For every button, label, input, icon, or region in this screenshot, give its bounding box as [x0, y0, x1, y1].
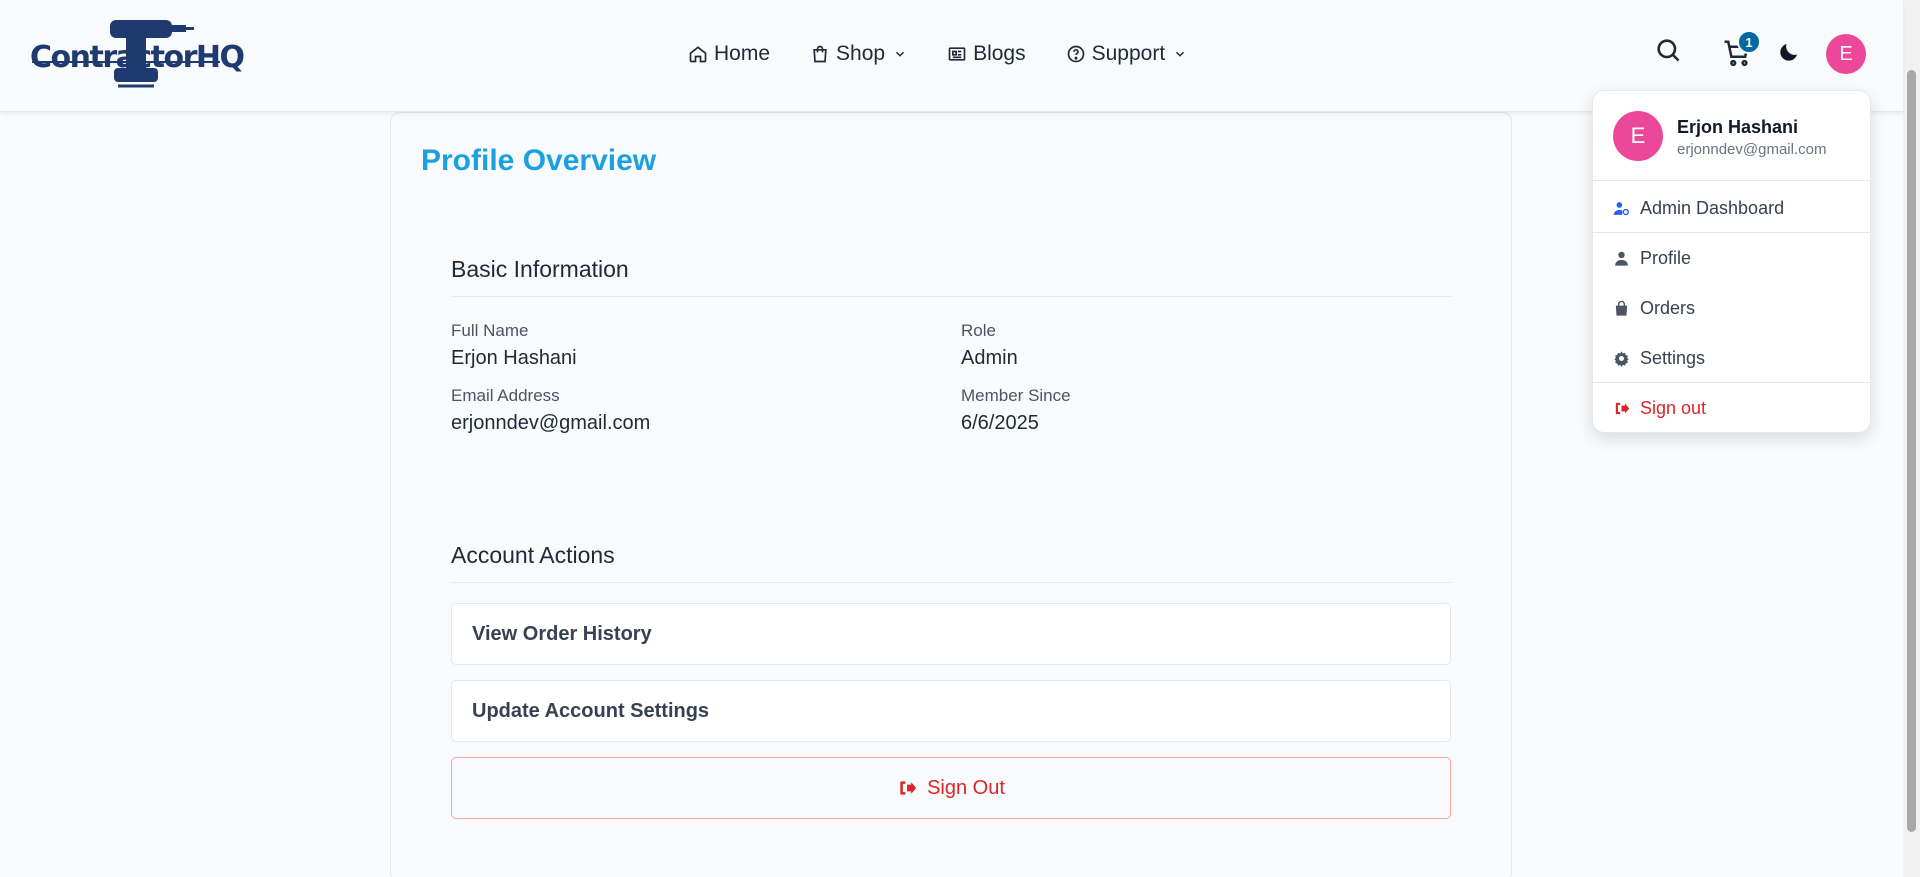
help-circle-icon	[1067, 45, 1084, 63]
newspaper-icon	[948, 47, 966, 61]
email-label: Email Address	[451, 386, 560, 405]
user-cog-icon	[1613, 201, 1629, 215]
dropdown-user-email: erjonndev@gmail.com	[1677, 141, 1827, 158]
nav-home-label: Home	[714, 42, 771, 65]
nav-blogs-label: Blogs	[973, 42, 1026, 65]
divider	[451, 582, 1451, 583]
cart-count-badge: 1	[1737, 30, 1761, 54]
dropdown-user-header: E Erjon Hashani erjonndev@gmail.com	[1593, 91, 1870, 181]
email-value: erjonndev@gmail.com	[451, 412, 651, 434]
main-nav: Home Shop Blogs Support	[688, 0, 1227, 108]
user-avatar-button[interactable]: E	[1826, 34, 1866, 74]
menu-item-settings[interactable]: Settings	[1593, 333, 1870, 383]
full-name-value: Erjon Hashani	[451, 347, 577, 369]
view-order-history-button[interactable]: View Order History	[451, 603, 1451, 665]
menu-item-label: Sign out	[1640, 397, 1707, 418]
chevron-down-icon	[896, 51, 905, 57]
nav-shop[interactable]: Shop	[810, 42, 907, 66]
dropdown-user-name: Erjon Hashani	[1677, 117, 1799, 137]
menu-item-orders[interactable]: Orders	[1593, 283, 1870, 333]
page-scrollbar[interactable]	[1903, 0, 1920, 877]
basic-info-heading: Basic Information	[451, 256, 629, 282]
menu-item-label: Admin Dashboard	[1640, 197, 1785, 218]
user-icon	[1615, 251, 1628, 266]
member-since-label: Member Since	[961, 386, 1071, 405]
moon-icon[interactable]	[1777, 40, 1801, 64]
scrollbar-thumb[interactable]	[1907, 70, 1916, 832]
nav-support-label: Support	[1091, 42, 1166, 65]
role-value: Admin	[961, 347, 1018, 369]
sign-out-button[interactable]: Sign Out	[451, 757, 1451, 819]
menu-item-sign-out[interactable]: Sign out	[1593, 383, 1870, 433]
logo-text: ContractorHQ	[30, 40, 245, 75]
avatar: E	[1613, 111, 1663, 161]
home-icon	[689, 46, 707, 63]
sign-out-label: Sign Out	[927, 776, 1005, 799]
user-dropdown-menu: E Erjon Hashani erjonndev@gmail.com Admi…	[1592, 90, 1871, 433]
nav-shop-label: Shop	[836, 42, 886, 65]
gear-icon	[1614, 350, 1629, 367]
update-account-settings-button[interactable]: Update Account Settings	[451, 680, 1451, 742]
divider	[451, 296, 1451, 297]
page-title: Profile Overview	[421, 144, 657, 177]
sign-out-icon	[1615, 402, 1630, 414]
menu-item-admin-dashboard[interactable]: Admin Dashboard	[1593, 183, 1870, 233]
shopping-bag-icon	[1615, 300, 1628, 316]
chevron-down-icon	[1176, 51, 1185, 57]
shopping-bag-icon	[813, 45, 827, 63]
sign-out-icon	[900, 781, 917, 795]
account-actions-heading: Account Actions	[451, 542, 615, 568]
menu-item-label: Settings	[1640, 347, 1706, 368]
full-name-label: Full Name	[451, 321, 529, 340]
member-since-value: 6/6/2025	[961, 412, 1039, 434]
contractorhq-logo[interactable]: ContractorHQ	[30, 16, 245, 90]
menu-item-profile[interactable]: Profile	[1593, 233, 1870, 283]
role-label: Role	[961, 321, 996, 340]
search-icon[interactable]	[1654, 36, 1682, 64]
menu-item-label: Orders	[1640, 297, 1696, 318]
menu-item-label: Profile	[1640, 247, 1692, 268]
nav-home[interactable]: Home	[688, 42, 770, 66]
nav-support[interactable]: Support	[1066, 42, 1188, 66]
nav-blogs[interactable]: Blogs	[947, 42, 1026, 66]
